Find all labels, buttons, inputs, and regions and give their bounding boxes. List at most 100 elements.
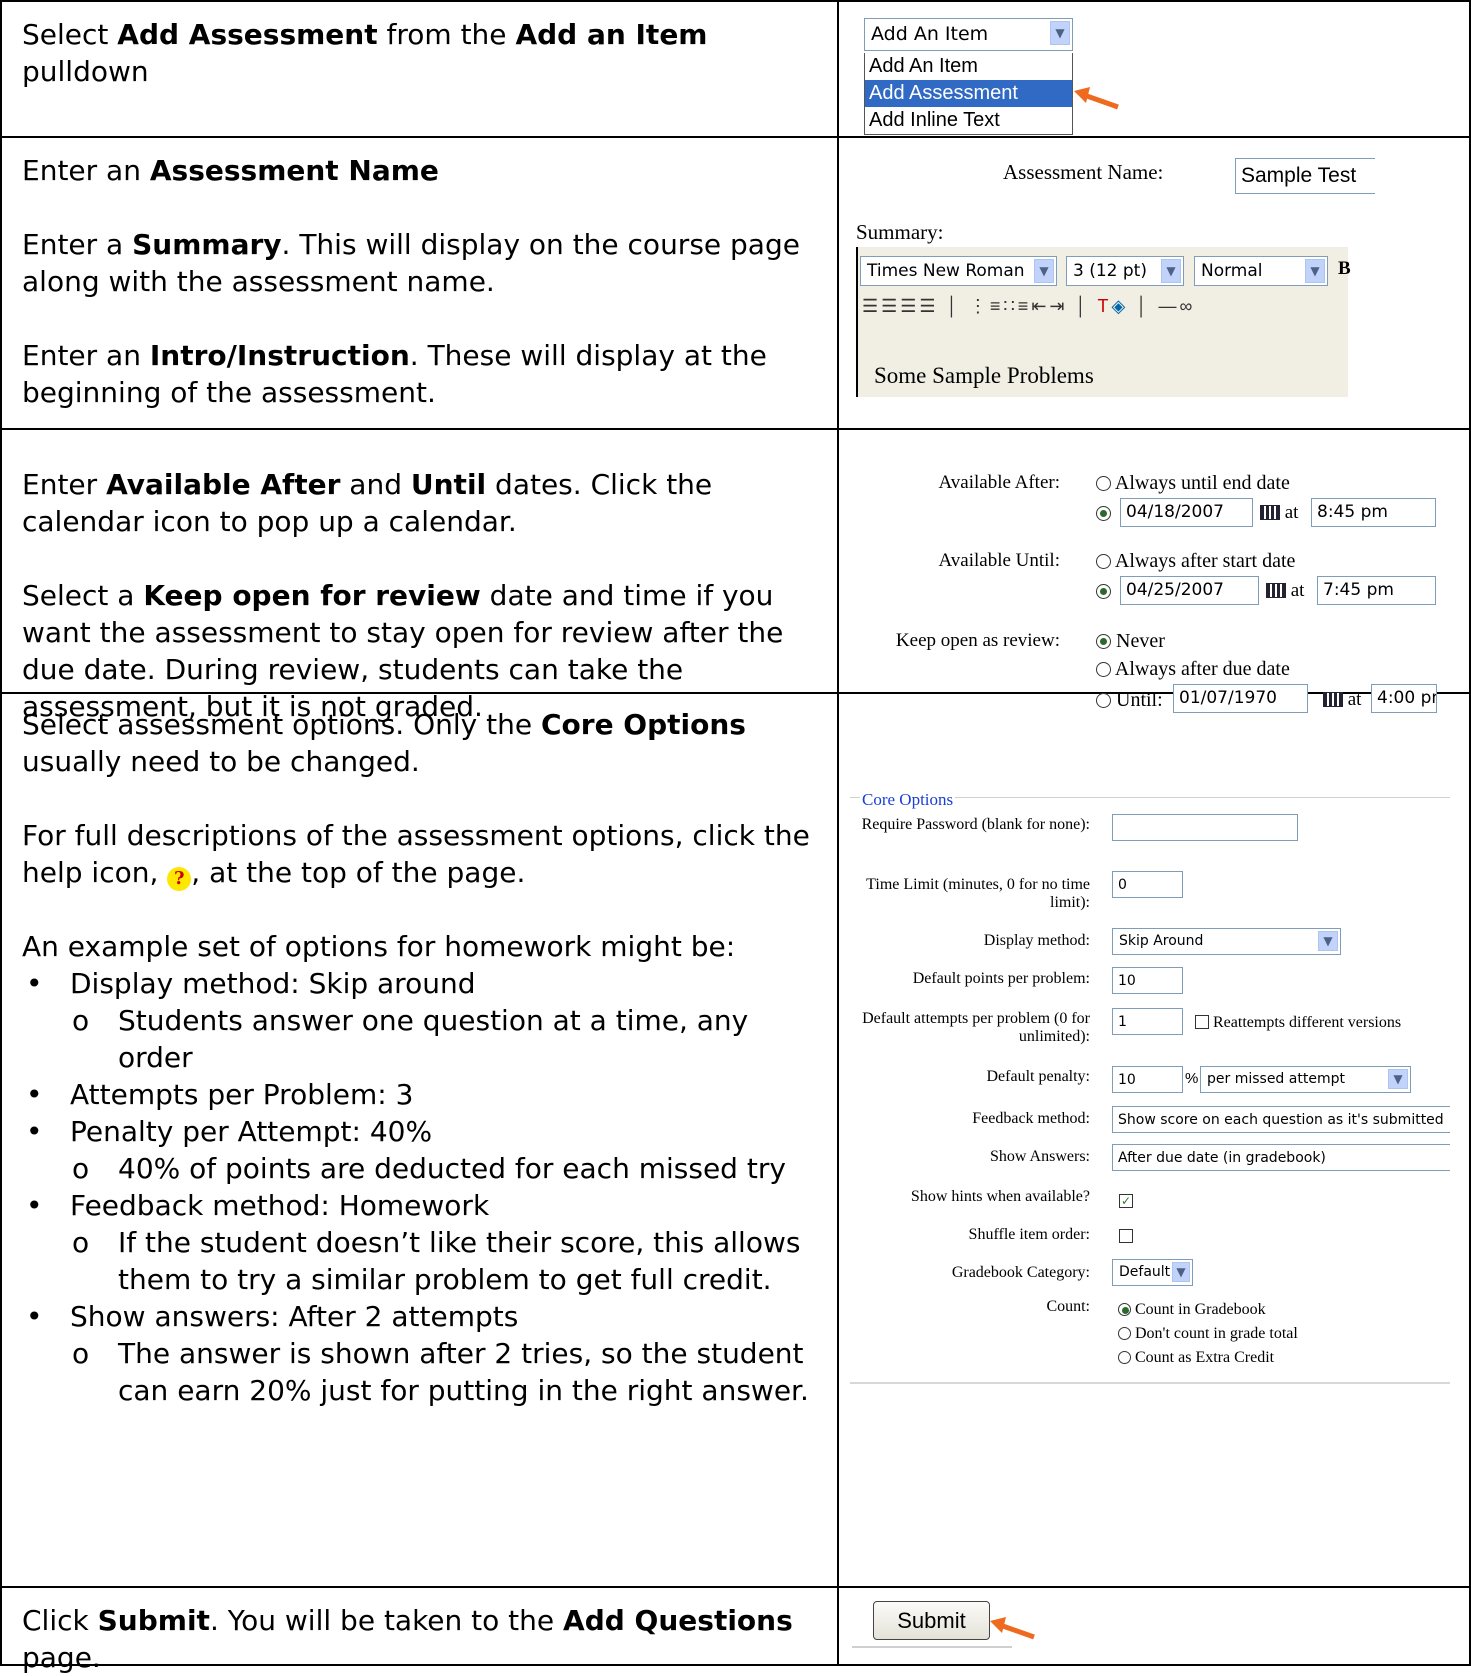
penalty-mode-select[interactable]: per missed attempt ▼ (1200, 1066, 1411, 1093)
highlight-color-icon[interactable]: ◈ (1111, 296, 1128, 316)
radio-button[interactable] (1096, 584, 1111, 599)
never-option[interactable]: Never (1096, 630, 1165, 653)
font-family-select[interactable]: Times New Roman ▼ (860, 256, 1057, 286)
shuffle-checkbox[interactable] (1119, 1228, 1133, 1246)
unordered-list-icon[interactable]: ∷≡ (1003, 296, 1031, 316)
until-date-option[interactable] (1096, 580, 1111, 603)
radio-button[interactable] (1096, 693, 1111, 708)
radio-button[interactable] (1118, 1327, 1131, 1340)
add-item-dropdown: Add An Item Add Assessment Add Inline Te… (864, 53, 1073, 135)
display-method-label: Display method: (983, 932, 1090, 949)
after-time-input[interactable]: 8:45 pm (1311, 498, 1436, 527)
submit-button[interactable]: Submit (873, 1601, 990, 1640)
calendar-icon[interactable] (1323, 692, 1343, 707)
format-select[interactable]: Normal ▼ (1194, 256, 1328, 286)
calendar-icon[interactable] (1260, 505, 1280, 520)
align-right-icon[interactable]: ☰ (900, 296, 919, 316)
always-until-end-option[interactable]: Always until end date (1096, 472, 1290, 495)
column-divider (837, 0, 839, 1666)
outdent-icon[interactable]: ⇤ (1031, 296, 1049, 316)
default-attempts-input[interactable]: 1 (1112, 1008, 1183, 1035)
reattempts-option[interactable]: Reattempts different versions (1195, 1014, 1401, 1032)
list-item: Penalty per Attempt: 40% (22, 1113, 822, 1150)
until-calendar[interactable]: at (1266, 580, 1304, 602)
link-icon[interactable]: ∞ (1180, 296, 1196, 316)
chevron-down-icon: ▼ (1305, 259, 1325, 283)
add-item-select[interactable]: Add An Item ▼ (864, 18, 1073, 51)
radio-button[interactable] (1118, 1303, 1131, 1316)
password-input[interactable] (1112, 814, 1298, 841)
option-add-inline-text[interactable]: Add Inline Text (865, 107, 1072, 134)
show-answers-select[interactable]: After due date (in gradebook) (1112, 1144, 1450, 1171)
until-date-input[interactable]: 04/25/2007 (1120, 576, 1259, 605)
after-date-input[interactable]: 04/18/2007 (1120, 498, 1253, 527)
calendar-icon[interactable] (1266, 583, 1286, 598)
ordered-list-icon[interactable]: ⋮≡ (969, 296, 1004, 316)
count-in-gradebook-option[interactable]: Count in Gradebook (1118, 1298, 1298, 1322)
show-hints-label: Show hints when available? (910, 1188, 1090, 1205)
row-divider-1 (0, 136, 1471, 138)
help-icon: ? (167, 867, 192, 891)
after-calendar[interactable]: at (1260, 502, 1298, 524)
option-add-an-item[interactable]: Add An Item (865, 53, 1072, 80)
radio-button[interactable] (1096, 554, 1111, 569)
dont-count-option[interactable]: Don't count in grade total (1118, 1322, 1298, 1346)
list-item: 40% of points are deducted for each miss… (22, 1150, 822, 1187)
checkbox[interactable] (1195, 1015, 1209, 1029)
list-item: Display method: Skip around (22, 965, 822, 1002)
always-after-due-option[interactable]: Always after due date (1096, 658, 1290, 681)
gradebook-category-select[interactable]: Default ▼ (1112, 1259, 1193, 1286)
time-limit-input[interactable]: 0 (1112, 871, 1183, 898)
display-method-select[interactable]: Skip Around ▼ (1112, 928, 1341, 955)
list-item: If the student doesn’t like their score,… (22, 1224, 822, 1298)
available-until-label: Available Until: (938, 550, 1060, 571)
review-calendar[interactable]: at (1323, 689, 1361, 711)
horizontal-rule-icon[interactable]: — (1159, 296, 1180, 316)
checkbox[interactable] (1119, 1229, 1133, 1243)
show-hints-checkbox[interactable]: ✓ (1119, 1190, 1133, 1208)
option-add-assessment[interactable]: Add Assessment (865, 80, 1072, 107)
review-until-option[interactable]: Until: (1096, 689, 1163, 712)
align-center-icon[interactable]: ☰ (881, 296, 900, 316)
until-time-input[interactable]: 7:45 pm (1317, 576, 1436, 605)
text-color-icon[interactable]: T (1097, 296, 1111, 316)
assessment-name-label: Assessment Name: (1003, 160, 1164, 184)
feedback-method-select[interactable]: Show score on each question as it's subm… (1112, 1106, 1450, 1133)
row3-instructions: Enter Available After and Until dates. C… (22, 468, 784, 723)
radio-button[interactable] (1096, 476, 1111, 491)
assessment-name-input[interactable]: Sample Test (1235, 158, 1375, 194)
row2-instructions: Enter an Assessment Name Enter a Summary… (22, 154, 800, 409)
time-limit-label: Time Limit (minutes, 0 for no time limit… (866, 876, 1090, 911)
review-date-input[interactable]: 01/07/1970 (1173, 684, 1308, 713)
radio-button[interactable] (1096, 506, 1111, 521)
bold-button[interactable]: B (1338, 258, 1351, 280)
extra-credit-option[interactable]: Count as Extra Credit (1118, 1346, 1298, 1370)
indent-icon[interactable]: ⇥ (1049, 296, 1067, 316)
align-left-icon[interactable]: ☰ (862, 296, 881, 316)
radio-button[interactable] (1118, 1351, 1131, 1364)
summary-text[interactable]: Some Sample Problems (874, 363, 1094, 389)
default-attempts-label: Default attempts per problem (0 for unli… (862, 1010, 1090, 1045)
font-size-select[interactable]: 3 (12 pt) ▼ (1066, 256, 1184, 286)
after-date-option[interactable] (1096, 502, 1111, 525)
justify-icon[interactable]: ☰ (919, 296, 938, 316)
shuffle-label: Shuffle item order: (968, 1226, 1090, 1243)
always-after-start-option[interactable]: Always after start date (1096, 550, 1295, 573)
summary-label: Summary: (856, 220, 944, 244)
default-points-input[interactable]: 10 (1112, 967, 1183, 994)
list-item: Show answers: After 2 attempts (22, 1298, 822, 1335)
available-after-label: Available After: (938, 472, 1060, 493)
require-password-label: Require Password (blank for none): (861, 816, 1090, 833)
chevron-down-icon: ▼ (1034, 259, 1054, 283)
radio-button[interactable] (1096, 634, 1111, 649)
row4-instructions: Select assessment options. Only the Core… (22, 706, 822, 1409)
chevron-down-icon: ▼ (1318, 931, 1338, 951)
chevron-down-icon: ▼ (1050, 21, 1070, 45)
count-label: Count: (1046, 1298, 1090, 1315)
list-item: Attempts per Problem: 3 (22, 1076, 822, 1113)
row-divider-2 (0, 428, 1471, 430)
review-time-input[interactable]: 4:00 pm (1371, 684, 1437, 713)
default-penalty-input[interactable]: 10 (1112, 1066, 1183, 1093)
checkmark-icon[interactable]: ✓ (1119, 1194, 1133, 1208)
radio-button[interactable] (1096, 662, 1111, 677)
